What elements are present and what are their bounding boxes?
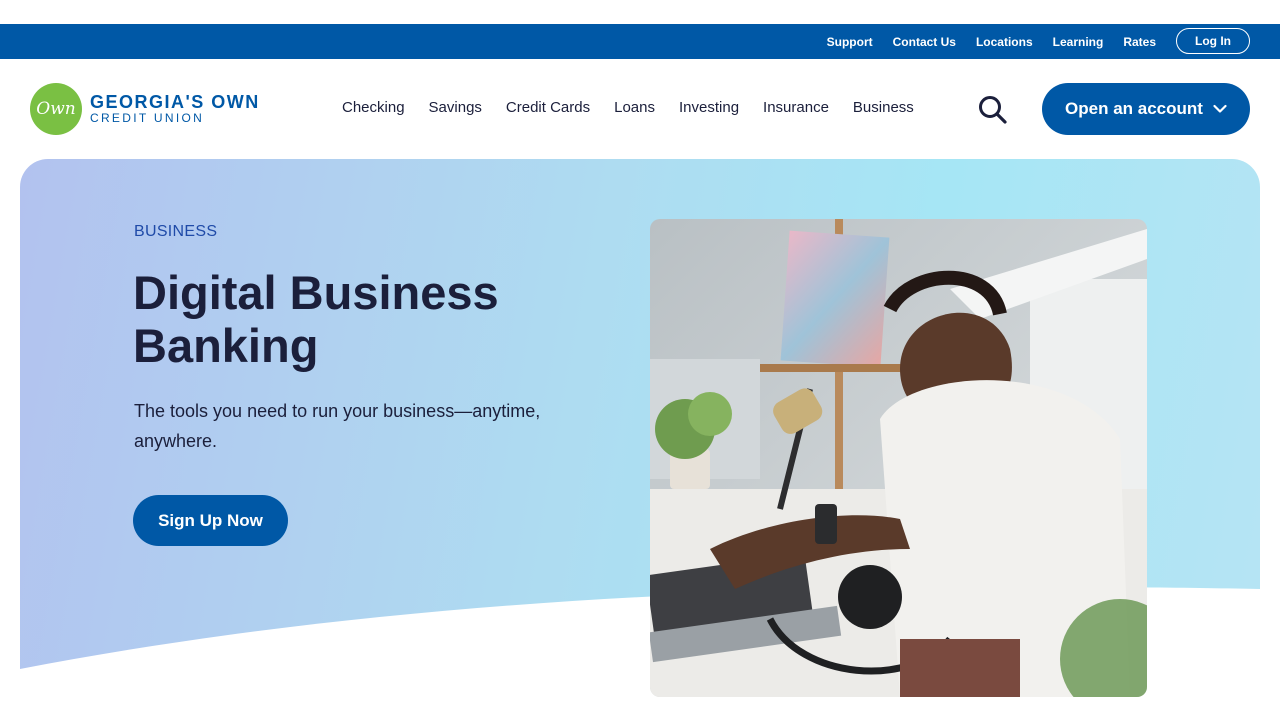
chevron-down-icon — [1213, 99, 1227, 119]
brand-logo[interactable]: Own GEORGIA'S OWN CREDIT UNION — [30, 83, 260, 135]
nav-item-savings[interactable]: Savings — [429, 99, 482, 116]
sign-up-button[interactable]: Sign Up Now — [133, 495, 288, 546]
hero-eyebrow: BUSINESS — [134, 223, 218, 240]
open-account-button[interactable]: Open an account — [1042, 83, 1250, 135]
logo-name-line2: CREDIT UNION — [90, 111, 205, 125]
login-button[interactable]: Log In — [1176, 28, 1250, 54]
nav-item-investing[interactable]: Investing — [679, 99, 739, 116]
search-icon[interactable] — [977, 95, 1009, 125]
utility-link-support[interactable]: Support — [827, 35, 873, 49]
utility-link-locations[interactable]: Locations — [976, 35, 1033, 49]
utility-bar: Support Contact Us Locations Learning Ra… — [0, 24, 1280, 59]
nav-item-checking[interactable]: Checking — [342, 99, 405, 116]
hero-photo — [650, 219, 1147, 697]
logo-name-line1: GEORGIA'S OWN — [90, 92, 260, 112]
nav-item-loans[interactable]: Loans — [614, 99, 655, 116]
logo-wordmark: GEORGIA'S OWN CREDIT UNION — [90, 93, 260, 125]
hero-title: Digital Business Banking — [133, 266, 499, 372]
utility-link-learning[interactable]: Learning — [1053, 35, 1104, 49]
open-account-label: Open an account — [1065, 99, 1203, 118]
logo-mark: Own — [30, 83, 82, 135]
site-header: Own GEORGIA'S OWN CREDIT UNION Checking … — [0, 59, 1280, 159]
nav-item-insurance[interactable]: Insurance — [763, 99, 829, 116]
nav-item-business[interactable]: Business — [853, 99, 914, 116]
hero-subtitle: The tools you need to run your business—… — [134, 401, 541, 451]
utility-link-rates[interactable]: Rates — [1123, 35, 1156, 49]
main-nav: Checking Savings Credit Cards Loans Inve… — [342, 99, 914, 116]
utility-nav: Support Contact Us Locations Learning Ra… — [827, 24, 1156, 59]
utility-link-contact-us[interactable]: Contact Us — [893, 35, 956, 49]
nav-item-credit-cards[interactable]: Credit Cards — [506, 99, 590, 116]
